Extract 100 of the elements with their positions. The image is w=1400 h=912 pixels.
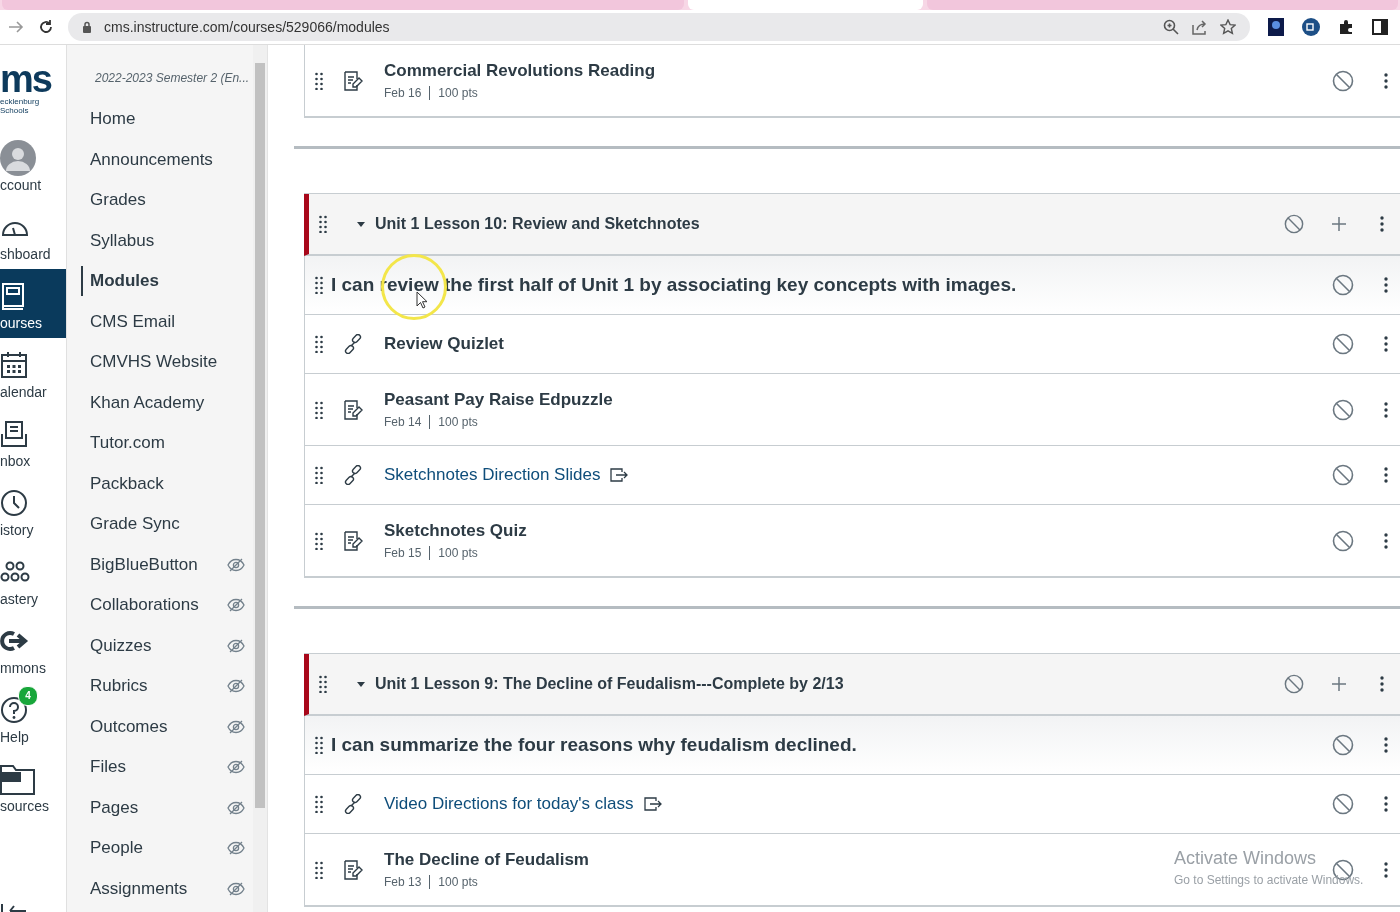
drag-handle-icon[interactable]: [315, 71, 323, 90]
kebab-menu-icon[interactable]: [1384, 401, 1388, 418]
external-link[interactable]: Video Directions for today's class: [384, 794, 634, 814]
drag-handle-icon[interactable]: [315, 736, 323, 754]
global-nav-item[interactable]: astery: [0, 545, 66, 614]
logo-text[interactable]: ms: [0, 61, 51, 97]
puzzle-icon[interactable]: [1338, 19, 1354, 35]
module-header[interactable]: Unit 1 Lesson 10: Review and Sketchnotes: [304, 194, 1400, 256]
drag-handle-icon[interactable]: [315, 466, 323, 484]
drag-handle-icon[interactable]: [315, 276, 323, 294]
global-nav-item[interactable]: mmons: [0, 614, 66, 683]
link-icon: [343, 334, 363, 354]
activation-notice-title: Activate Windows: [1174, 848, 1318, 869]
course-nav-link[interactable]: Syllabus: [81, 225, 155, 256]
global-nav-item[interactable]: sources: [0, 752, 66, 821]
external-link-icon: [643, 797, 662, 811]
add-icon[interactable]: [1332, 217, 1346, 231]
reload-icon[interactable]: [38, 19, 54, 35]
extension-icon[interactable]: [1268, 18, 1284, 36]
points: 100 pts: [429, 415, 478, 429]
course-nav-link[interactable]: Files: [81, 752, 126, 783]
course-nav-link[interactable]: Outcomes: [81, 711, 168, 742]
unpublished-icon[interactable]: [1284, 674, 1304, 694]
kebab-menu-icon[interactable]: [1384, 277, 1388, 293]
unpublished-icon[interactable]: [1332, 333, 1354, 355]
external-link[interactable]: Sketchnotes Direction Slides: [384, 465, 601, 485]
kebab-menu-icon[interactable]: [1380, 676, 1384, 692]
global-nav-item[interactable]: ccount: [0, 131, 66, 200]
unpublished-icon[interactable]: [1332, 398, 1354, 421]
course-nav-link[interactable]: People: [81, 833, 143, 864]
global-nav-item[interactable]: ourses: [0, 269, 66, 338]
kebab-menu-icon[interactable]: [1384, 737, 1388, 753]
drag-handle-icon[interactable]: [315, 335, 323, 353]
kebab-menu-icon[interactable]: [1380, 216, 1384, 232]
course-nav-link[interactable]: BigBlueButton: [81, 549, 198, 580]
unpublished-icon[interactable]: [1332, 734, 1354, 756]
course-nav-link[interactable]: Assignments: [81, 873, 188, 904]
caret-icon[interactable]: [357, 680, 365, 688]
unpublished-icon[interactable]: [1284, 214, 1304, 234]
sidebar-icon[interactable]: [1372, 19, 1388, 35]
course-nav-link[interactable]: Tutor.com: [81, 428, 165, 459]
unpublished-icon[interactable]: [1332, 793, 1354, 815]
course-nav-link[interactable]: Collaborations: [81, 590, 199, 621]
item-link[interactable]: Review Quizlet: [384, 334, 504, 354]
course-nav-link[interactable]: Announcements: [81, 144, 213, 175]
course-nav-link[interactable]: Grades: [81, 185, 146, 216]
drag-handle-icon[interactable]: [315, 795, 323, 813]
book-icon: [0, 281, 26, 310]
course-nav-link[interactable]: Modules: [81, 266, 159, 297]
course-nav-link[interactable]: Pages: [81, 792, 139, 823]
lock-icon: [82, 21, 92, 33]
inbox-icon: [0, 419, 28, 448]
share-icon[interactable]: [1191, 19, 1208, 35]
due-date: Feb 14: [384, 415, 422, 429]
unpublished-icon[interactable]: [1332, 274, 1354, 296]
zoom-icon[interactable]: [1163, 19, 1179, 35]
drag-handle-icon[interactable]: [315, 860, 323, 879]
course-nav-link[interactable]: CMVHS Website: [81, 347, 218, 378]
course-nav-link[interactable]: CMS Email: [81, 306, 175, 337]
global-nav-item[interactable]: nbox: [0, 407, 66, 476]
points: 100 pts: [429, 86, 478, 100]
unpublished-icon[interactable]: [1332, 464, 1354, 486]
global-nav-item[interactable]: istory: [0, 476, 66, 545]
course-nav-link[interactable]: Packback: [81, 468, 164, 499]
module-header[interactable]: Unit 1 Lesson 9: The Decline of Feudalism---Complete by 2/13: [304, 654, 1400, 716]
kebab-menu-icon[interactable]: [1384, 336, 1388, 352]
kebab-menu-icon[interactable]: [1384, 72, 1388, 89]
course-nav-link[interactable]: Home: [81, 104, 136, 135]
due-date: Feb 16: [384, 86, 422, 100]
global-nav-item[interactable]: 4 Help: [0, 683, 66, 752]
course-nav-link[interactable]: Grade Sync: [81, 509, 180, 540]
drag-handle-icon[interactable]: [319, 675, 327, 693]
course-nav-link[interactable]: Quizzes: [81, 630, 152, 661]
scrollbar[interactable]: [253, 45, 267, 912]
assignment-title[interactable]: Commercial Revolutions Reading: [384, 61, 656, 81]
link-icon: [343, 794, 363, 814]
drag-handle-icon[interactable]: [315, 400, 323, 419]
add-icon[interactable]: [1332, 677, 1346, 691]
global-nav-item[interactable]: shboard: [0, 200, 66, 269]
kebab-menu-icon[interactable]: [1384, 796, 1388, 812]
assignment-title[interactable]: Sketchnotes Quiz: [384, 521, 527, 541]
course-nav-link[interactable]: Khan Academy: [81, 387, 205, 418]
assignment-title[interactable]: Peasant Pay Raise Edpuzzle: [384, 390, 613, 410]
kebab-menu-icon[interactable]: [1384, 861, 1388, 878]
caret-icon[interactable]: [357, 220, 365, 228]
drag-handle-icon[interactable]: [319, 215, 327, 233]
unpublished-icon[interactable]: [1332, 529, 1354, 552]
extension-icon[interactable]: [1302, 18, 1320, 36]
global-nav-item[interactable]: alendar: [0, 338, 66, 407]
address-bar[interactable]: cms.instructure.com/courses/529066/modules: [68, 13, 1250, 41]
kebab-menu-icon[interactable]: [1384, 467, 1388, 483]
star-icon[interactable]: [1220, 19, 1236, 35]
kebab-menu-icon[interactable]: [1384, 532, 1388, 549]
unpublished-icon[interactable]: [1332, 69, 1354, 92]
drag-handle-icon[interactable]: [315, 531, 323, 550]
assignment-title[interactable]: The Decline of Feudalism: [384, 850, 589, 870]
collapse-icon[interactable]: [0, 904, 28, 912]
link-icon: [343, 465, 363, 485]
course-nav-link[interactable]: Rubrics: [81, 671, 148, 702]
forward-icon[interactable]: [8, 20, 24, 34]
